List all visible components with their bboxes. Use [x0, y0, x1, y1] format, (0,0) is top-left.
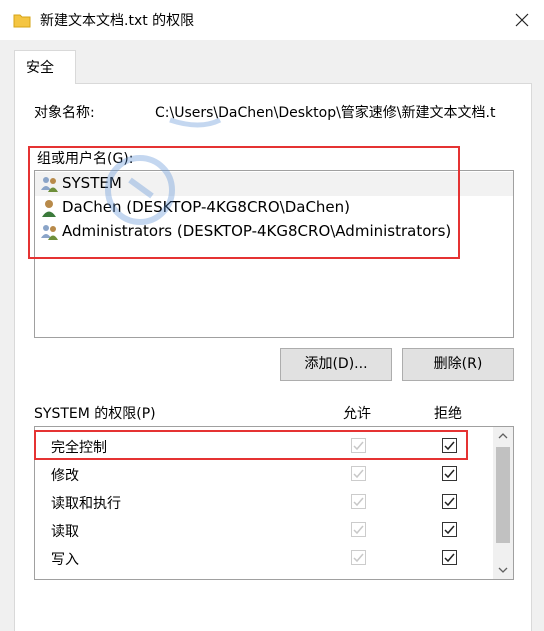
allow-column-header: 允许	[343, 406, 371, 422]
permission-label: 写入	[51, 552, 79, 568]
permission-row: 读取	[35, 516, 493, 544]
permission-label: 修改	[51, 468, 79, 484]
allow-checkbox[interactable]	[351, 522, 366, 537]
user-list[interactable]: SYSTEM DaChen (DESKTOP-4KG8CRO\DaChen) A…	[34, 170, 514, 338]
check-icon	[353, 553, 364, 563]
check-icon	[444, 497, 455, 507]
scroll-up-button[interactable]	[493, 427, 513, 445]
deny-checkbox[interactable]	[442, 494, 457, 509]
list-item-system[interactable]: SYSTEM	[35, 172, 513, 196]
scrollbar[interactable]	[493, 427, 513, 579]
user-name: SYSTEM	[62, 174, 122, 192]
user-icon	[40, 199, 60, 217]
close-icon	[515, 13, 529, 27]
permission-row: 写入	[35, 544, 493, 572]
scroll-thumb[interactable]	[496, 447, 510, 543]
permission-row: 读取和执行	[35, 488, 493, 516]
folder-icon	[13, 12, 31, 28]
tab-security-label: 安全	[26, 60, 54, 76]
check-icon	[444, 553, 455, 563]
user-name: DaChen (DESKTOP-4KG8CRO\DaChen)	[62, 198, 351, 216]
list-item-administrators[interactable]: Administrators (DESKTOP-4KG8CRO\Administ…	[35, 220, 513, 244]
object-name-label: 对象名称:	[34, 105, 95, 121]
object-name-value: C:\Users\DaChen\Desktop\管家速修\新建文本文档.t	[155, 105, 496, 121]
check-icon	[353, 469, 364, 479]
permission-label: 读取	[51, 524, 79, 540]
scroll-down-button[interactable]	[493, 561, 513, 579]
check-icon	[353, 525, 364, 535]
permission-row: 完全控制	[35, 432, 493, 460]
allow-checkbox[interactable]	[351, 550, 366, 565]
allow-checkbox[interactable]	[351, 494, 366, 509]
remove-button[interactable]: 删除(R)	[402, 348, 514, 381]
chevron-down-icon	[498, 567, 508, 573]
user-name: Administrators (DESKTOP-4KG8CRO\Administ…	[62, 222, 452, 240]
window-title: 新建文本文档.txt 的权限	[40, 13, 195, 29]
allow-checkbox[interactable]	[351, 466, 366, 481]
check-icon	[353, 441, 364, 451]
permissions-header: SYSTEM 的权限(P)	[34, 406, 156, 422]
chevron-up-icon	[498, 433, 508, 439]
deny-checkbox[interactable]	[442, 466, 457, 481]
check-icon	[444, 525, 455, 535]
group-users-icon	[40, 175, 60, 193]
add-button[interactable]: 添加(D)...	[280, 348, 392, 381]
deny-checkbox[interactable]	[442, 550, 457, 565]
deny-checkbox[interactable]	[442, 522, 457, 537]
close-button[interactable]	[505, 5, 539, 35]
check-icon	[353, 497, 364, 507]
group-users-icon	[40, 223, 60, 241]
permission-label: 读取和执行	[51, 496, 121, 512]
allow-checkbox[interactable]	[351, 438, 366, 453]
groups-label: 组或用户名(G):	[37, 151, 134, 167]
permissions-list: 完全控制 修改 读取和执行 读取 写入	[34, 426, 514, 580]
deny-column-header: 拒绝	[434, 406, 462, 422]
tab-security[interactable]: 安全	[14, 50, 76, 84]
check-icon	[444, 441, 455, 451]
list-item-dachen[interactable]: DaChen (DESKTOP-4KG8CRO\DaChen)	[35, 196, 513, 220]
permission-label: 完全控制	[51, 440, 107, 456]
permission-row: 修改	[35, 460, 493, 488]
deny-checkbox[interactable]	[442, 438, 457, 453]
check-icon	[444, 469, 455, 479]
title-bar: 新建文本文档.txt 的权限	[0, 0, 544, 40]
